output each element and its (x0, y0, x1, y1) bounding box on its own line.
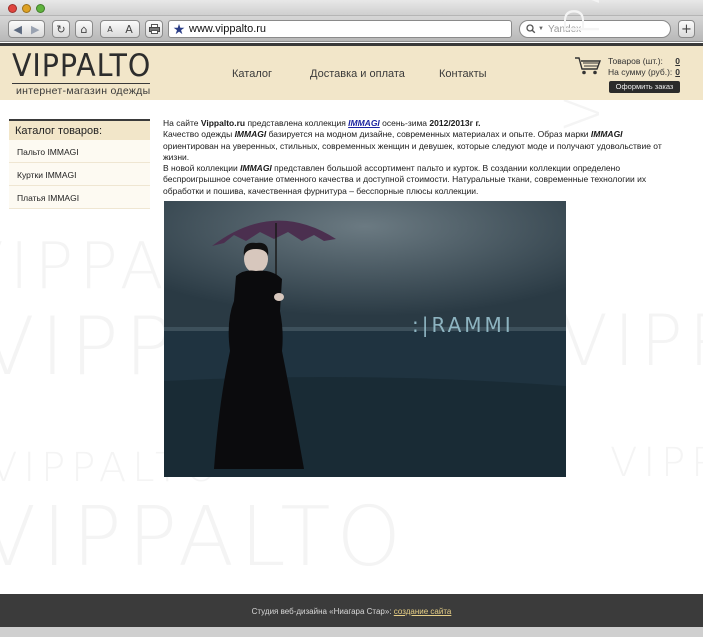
footer-text: Студия веб-дизайна «Ниагара Стар»: (251, 607, 394, 616)
catalog-title: Каталог товаров: (9, 119, 150, 140)
window-bottom-strip (0, 627, 703, 637)
reload-icon: ↻ (56, 22, 66, 36)
quality-paragraph: Качество одежды IMMAGI базируется на мод… (163, 129, 663, 163)
cart-sum-row: На сумму (руб.): 0 (608, 67, 680, 77)
printer-icon (148, 24, 160, 34)
nav-catalog[interactable]: Каталог (232, 68, 272, 80)
brand-name: IMMAGI (234, 129, 267, 140)
search-placeholder: Yandex (547, 23, 582, 35)
window-titlebar (0, 0, 703, 16)
place-order-button[interactable]: Оформить заказ (609, 81, 680, 93)
home-button[interactable]: ⌂ (75, 20, 93, 38)
search-dropdown-icon[interactable]: ▼ (538, 26, 544, 32)
print-button[interactable] (145, 20, 163, 38)
cart-items-row: Товаров (шт.): 0 (608, 56, 680, 66)
cart-items-label: Товаров (шт.): (608, 56, 663, 66)
search-icon (526, 24, 536, 34)
text-fragment: На сайте (163, 118, 201, 128)
site-header: VIPPALTO интернет-магазин одежды Каталог… (0, 43, 703, 100)
sidebar-item-dresses[interactable]: Платья IMMAGI (9, 186, 150, 209)
zoom-window-button[interactable] (36, 4, 45, 13)
collection-paragraph: В новой коллекции IMMAGI представлен бол… (163, 163, 663, 197)
url-text[interactable]: www.vippalto.ru (189, 23, 266, 35)
shopping-cart-icon[interactable] (574, 56, 602, 76)
search-field[interactable]: ▼ Yandex (519, 20, 671, 38)
text-fragment: В новой коллекции (163, 163, 241, 174)
close-window-button[interactable] (8, 4, 17, 13)
watermark-text: VIPPALTO (0, 490, 408, 585)
text-fragment: базируется на модном дизайне, современны… (266, 129, 591, 140)
intro-paragraph: На сайте Vippalto.ru представлена коллек… (163, 118, 663, 129)
address-bar[interactable]: ★ www.vippalto.ru (168, 20, 512, 38)
site-logo[interactable]: VIPPALTO (12, 48, 151, 84)
cart-items-count[interactable]: 0 (675, 56, 680, 66)
text-fragment: осень-зима (379, 118, 430, 128)
site-tagline: интернет-магазин одежды (16, 85, 151, 97)
new-tab-button[interactable]: + (678, 20, 695, 38)
footer-link[interactable]: создание сайта (394, 607, 452, 616)
text-fragment: Качество одежды (163, 129, 235, 140)
watermark-text: VIPPALTO (560, 300, 703, 382)
watermark-text: VIPPALTO (610, 440, 703, 486)
forward-arrow-icon[interactable]: ▶ (31, 23, 39, 36)
decrease-font-button[interactable]: A (107, 25, 112, 34)
sidebar-item-coats[interactable]: Пальто IMMAGI (9, 140, 150, 163)
main-content: На сайте Vippalto.ru представлена коллек… (163, 118, 663, 197)
cart-sum-label: На сумму (руб.): (608, 67, 673, 77)
text-fragment: ориентирован на уверенных, стильных, сов… (163, 140, 662, 162)
hero-brand-text: :|RAMMI (412, 313, 514, 337)
nav-contacts[interactable]: Контакты (439, 68, 487, 80)
nav-delivery[interactable]: Доставка и оплата (310, 68, 405, 80)
increase-font-button[interactable]: A (125, 23, 133, 36)
logo-divider (12, 83, 150, 84)
bookmark-star-icon[interactable]: ★ (169, 21, 189, 37)
back-arrow-icon[interactable]: ◀ (14, 23, 22, 36)
hero-illustration: :|RAMMI (164, 201, 566, 477)
reload-button[interactable]: ↻ (52, 20, 70, 38)
text-size-buttons: A A (100, 20, 140, 38)
sidebar-item-jackets[interactable]: Куртки IMMAGI (9, 163, 150, 186)
catalog-sidebar: Каталог товаров: Пальто IMMAGI Куртки IM… (9, 119, 150, 209)
site-name: Vippalto.ru (200, 118, 246, 128)
brand-link[interactable]: IMMAGI (348, 118, 380, 128)
site-footer: Студия веб-дизайна «Ниагара Стар»: созда… (0, 594, 703, 627)
home-icon: ⌂ (80, 22, 88, 36)
back-forward-button[interactable]: ◀ ▶ (8, 20, 45, 38)
cart-sum-value[interactable]: 0 (675, 67, 680, 77)
collection-hero-image: :|RAMMI (164, 201, 566, 477)
brand-name: IMMAGI (590, 129, 623, 140)
browser-toolbar: ◀ ▶ ↻ ⌂ A A ★ www.vippalto.ru ▼ Yandex + (0, 16, 703, 42)
season-text: 2012/2013г г. (429, 118, 481, 128)
minimize-window-button[interactable] (22, 4, 31, 13)
text-fragment: представлена коллекция (245, 118, 349, 128)
brand-name: IMMAGI (240, 163, 272, 174)
